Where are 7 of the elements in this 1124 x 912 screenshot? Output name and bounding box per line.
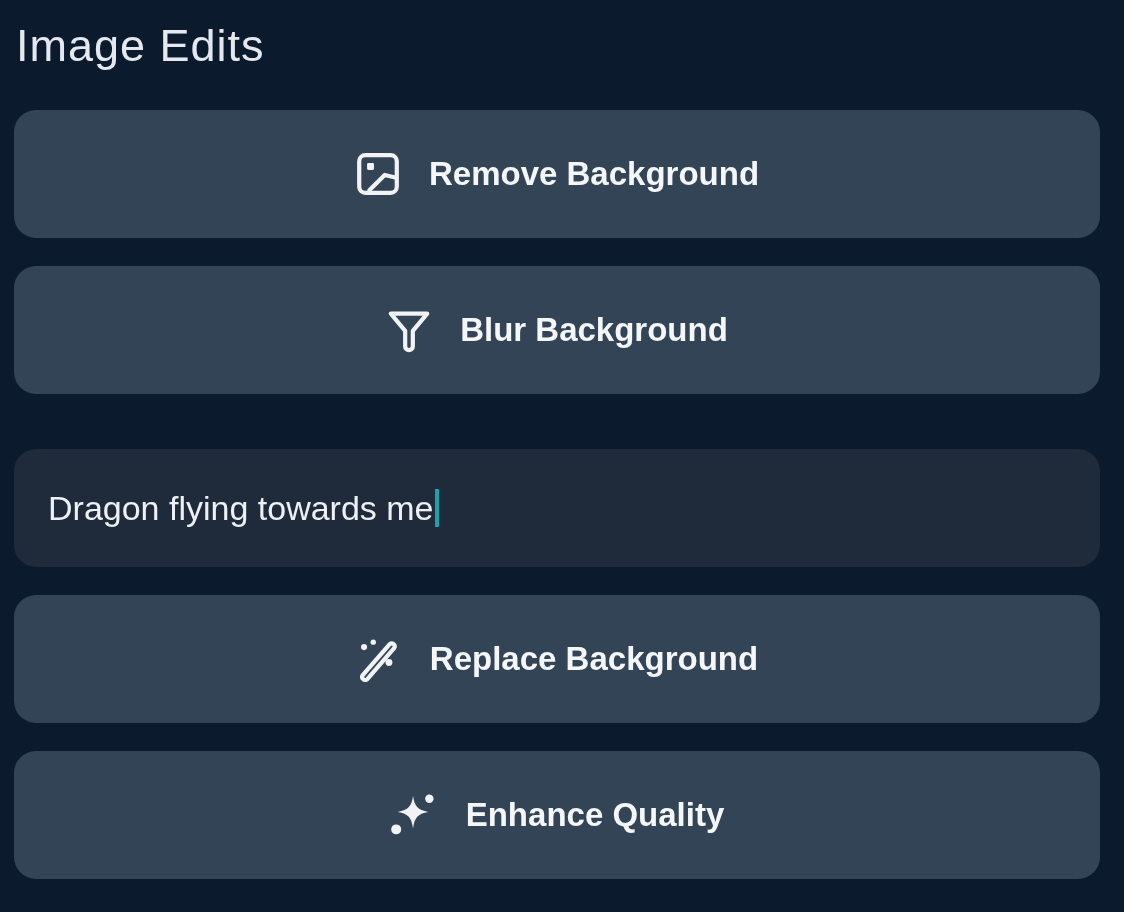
action-button[interactable]: Blur Background: [14, 266, 1100, 394]
action-button[interactable]: Replace Background: [14, 595, 1100, 723]
prompt-input-field[interactable]: Dragon flying towards me: [14, 449, 1100, 567]
action-button[interactable]: Remove Background: [14, 110, 1100, 238]
action-button[interactable]: Enhance Quality: [14, 751, 1100, 879]
image-icon: [354, 151, 401, 197]
panel-title: Image Edits: [15, 20, 265, 72]
